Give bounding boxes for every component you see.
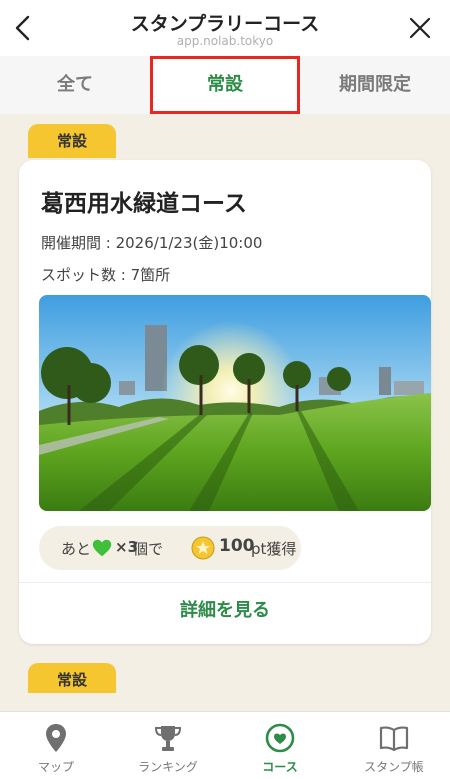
- nav-map[interactable]: マップ: [0, 712, 112, 779]
- view-details-button[interactable]: 詳細を見る: [19, 596, 431, 622]
- nav-course[interactable]: コース: [224, 712, 336, 779]
- course-tabs: 全て 常設 期間限定: [0, 56, 450, 114]
- page-url: app.nolab.tokyo: [176, 34, 274, 48]
- nav-label: ランキング: [138, 760, 198, 774]
- card-divider: [19, 582, 431, 583]
- reward-points-suffix: pt獲得: [251, 540, 297, 558]
- reward-info: あと ×3 個で 100 pt獲得: [39, 526, 301, 570]
- bottom-nav: マップ ランキング コース スタンプ帳: [0, 711, 450, 779]
- page-title: スタンプラリーコース: [130, 13, 320, 35]
- close-button[interactable]: [408, 16, 432, 40]
- nav-stamp-book[interactable]: スタンプ帳: [338, 712, 450, 779]
- course-spot-count: スポット数 : 7箇所: [41, 266, 171, 284]
- tab-limited[interactable]: 期間限定: [300, 56, 450, 114]
- reward-prefix: あと: [61, 540, 92, 558]
- green-heart-icon: [92, 539, 112, 557]
- tab-all[interactable]: 全て: [0, 56, 150, 114]
- nav-label: スタンプ帳: [364, 760, 424, 774]
- reward-unit: 個で: [133, 540, 164, 558]
- tab-permanent[interactable]: 常設: [150, 56, 300, 114]
- course-badge: 常設: [28, 124, 116, 158]
- course-title: 葛西用水緑道コース: [41, 191, 247, 217]
- star-coin-icon: [191, 536, 215, 560]
- app-header: スタンプラリーコース app.nolab.tokyo: [0, 0, 450, 56]
- nav-label: マップ: [37, 760, 74, 774]
- course-badge: 常設: [28, 663, 116, 693]
- course-photo: [39, 295, 431, 511]
- trophy-icon: [154, 726, 182, 751]
- nav-label: コース: [262, 760, 298, 774]
- heart-circle-icon: [265, 723, 295, 753]
- map-pin-icon: [46, 724, 66, 752]
- nav-ranking[interactable]: ランキング: [112, 712, 224, 779]
- book-icon: [379, 726, 409, 752]
- course-card[interactable]: 葛西用水緑道コース 開催期間 : 2026/1/23(金)10:00 スポット数…: [19, 160, 431, 644]
- close-icon: [409, 17, 431, 39]
- course-period: 開催期間 : 2026/1/23(金)10:00: [41, 234, 263, 252]
- reward-points: 100: [219, 536, 255, 556]
